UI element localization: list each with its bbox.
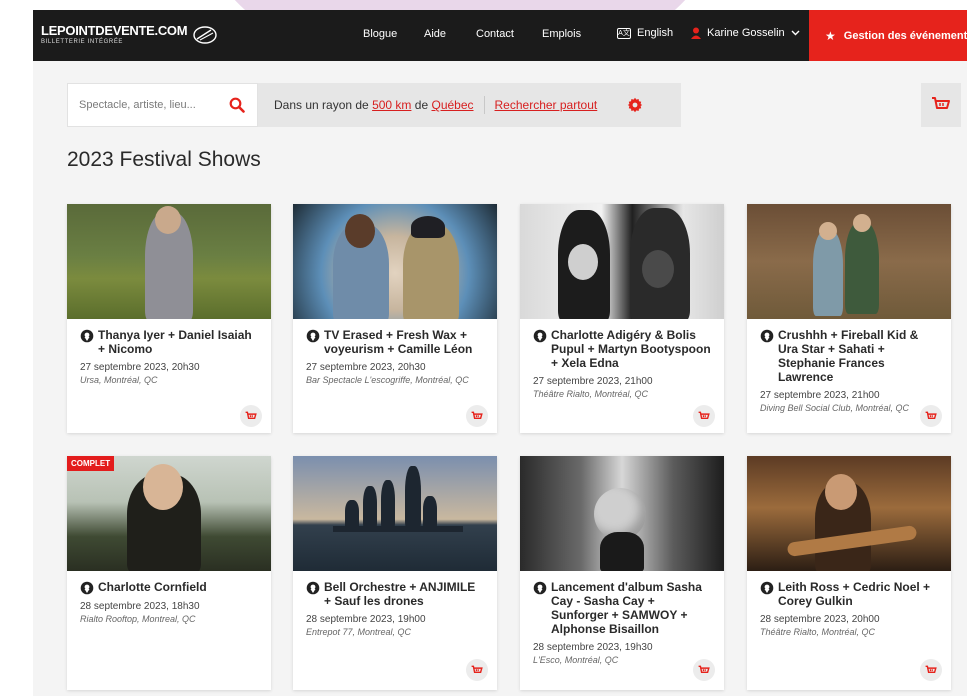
cart-icon [698, 665, 710, 673]
cart-button[interactable] [921, 83, 961, 127]
event-title[interactable]: Thanya Iyer + Daniel Isaiah + Nicomo [98, 328, 258, 356]
ticket-logo-icon [193, 25, 217, 44]
radius-mid: de [414, 98, 429, 112]
cart-icon [471, 411, 483, 419]
event-venue: Entrepot 77, Montreal, QC [306, 627, 412, 637]
nav-link-contact[interactable]: Contact [476, 28, 514, 40]
city-link[interactable]: Québec [431, 98, 473, 112]
nav-link-blogue[interactable]: Blogue [363, 28, 397, 40]
location-pin-icon [80, 329, 94, 343]
event-title[interactable]: Lancement d'album Sasha Cay - Sasha Cay … [551, 580, 711, 636]
sold-out-badge: COMPLET [67, 456, 115, 471]
event-card[interactable]: Lancement d'album Sasha Cay - Sasha Cay … [520, 456, 724, 690]
event-image [747, 456, 951, 571]
add-to-cart-button[interactable] [693, 405, 715, 427]
event-image [747, 204, 951, 319]
location-pin-icon [306, 329, 320, 343]
event-venue: Ursa, Montréal, QC [80, 375, 158, 385]
location-pin-icon [306, 581, 320, 595]
gear-icon[interactable] [627, 97, 643, 113]
event-venue: Théâtre Rialto, Montréal, QC [760, 627, 876, 637]
event-date: 27 septembre 2023, 20h30 [80, 362, 200, 373]
event-venue: Diving Bell Social Club, Montréal, QC [760, 403, 910, 413]
event-date: 28 septembre 2023, 19h30 [533, 642, 653, 653]
event-image [293, 456, 497, 571]
cart-icon [925, 665, 937, 673]
event-management-button[interactable]: ★ Gestion des événements [809, 10, 967, 61]
add-to-cart-button[interactable] [920, 659, 942, 681]
event-card[interactable]: TV Erased + Fresh Wax + voyeurism + Cami… [293, 204, 497, 433]
page-title: 2023 Festival Shows [67, 148, 261, 171]
star-icon: ★ [825, 28, 836, 43]
location-pin-icon [533, 329, 547, 343]
event-title[interactable]: Leith Ross + Cedric Noel + Corey Gulkin [778, 580, 938, 608]
event-title[interactable]: Charlotte Cornfield [98, 580, 207, 594]
user-icon [691, 27, 701, 39]
add-to-cart-button[interactable] [466, 659, 488, 681]
user-menu[interactable]: Karine Gosselin [691, 27, 800, 39]
search-radius: Dans un rayon de 500 km de Québec [274, 98, 474, 112]
event-date: 28 septembre 2023, 18h30 [80, 601, 200, 612]
event-date: 28 septembre 2023, 20h00 [760, 614, 880, 625]
cart-icon [698, 411, 710, 419]
event-card[interactable]: Thanya Iyer + Daniel Isaiah + Nicomo 27 … [67, 204, 271, 433]
brand-name: LEPOINTDEVENTE.COM [41, 23, 188, 38]
divider [483, 96, 485, 114]
location-pin-icon [760, 581, 774, 595]
location-pin-icon [760, 329, 774, 343]
cart-icon [471, 665, 483, 673]
nav-link-emplois[interactable]: Emplois [542, 28, 581, 40]
add-to-cart-button[interactable] [240, 405, 262, 427]
event-image [520, 456, 724, 571]
event-date: 27 septembre 2023, 21h00 [533, 376, 653, 387]
event-date: 27 septembre 2023, 20h30 [306, 362, 426, 373]
cart-icon [932, 97, 950, 109]
cart-icon [925, 411, 937, 419]
event-image [520, 204, 724, 319]
event-venue: Rialto Rooftop, Montreal, QC [80, 614, 196, 624]
event-card[interactable]: Bell Orchestre + ANJIMILE + Sauf les dro… [293, 456, 497, 690]
radius-value-link[interactable]: 500 km [372, 98, 411, 112]
language-icon: A文 [617, 27, 631, 39]
search-everywhere-link[interactable]: Rechercher partout [495, 98, 598, 112]
app-window: LEPOINTDEVENTE.COM BILLETTERIE INTÉGRÉE … [33, 10, 967, 696]
search-input[interactable] [79, 99, 219, 111]
event-date: 28 septembre 2023, 19h00 [306, 614, 426, 625]
search-field[interactable] [67, 83, 258, 127]
search-bar: Dans un rayon de 500 km de Québec Recher… [67, 83, 681, 127]
brand-subtitle: BILLETTERIE INTÉGRÉE [41, 39, 124, 45]
event-management-label: Gestion des événements [843, 29, 967, 42]
chevron-down-icon [791, 30, 800, 36]
event-title[interactable]: Charlotte Adigéry & Bolis Pupul + Martyn… [551, 328, 711, 370]
event-title[interactable]: Crushhh + Fireball Kid & Ura Star + Saha… [778, 328, 938, 384]
language-switch[interactable]: A文 English [617, 27, 673, 39]
event-image [293, 204, 497, 319]
radius-prefix: Dans un rayon de [274, 98, 369, 112]
event-image [67, 204, 271, 319]
add-to-cart-button[interactable] [693, 659, 715, 681]
location-pin-icon [80, 581, 94, 595]
event-card[interactable]: COMPLET Charlotte Cornfield 28 septembre… [67, 456, 271, 690]
event-title[interactable]: Bell Orchestre + ANJIMILE + Sauf les dro… [324, 580, 484, 608]
language-label: English [637, 27, 674, 39]
add-to-cart-button[interactable] [920, 405, 942, 427]
location-pin-icon [533, 581, 547, 595]
event-venue: Théâtre Rialto, Montréal, QC [533, 389, 649, 399]
event-title[interactable]: TV Erased + Fresh Wax + voyeurism + Cami… [324, 328, 484, 356]
event-image: COMPLET [67, 456, 271, 571]
add-to-cart-button[interactable] [466, 405, 488, 427]
user-name: Karine Gosselin [707, 27, 785, 39]
brand-logo[interactable]: LEPOINTDEVENTE.COM BILLETTERIE INTÉGRÉE [41, 24, 217, 45]
event-card[interactable]: Charlotte Adigéry & Bolis Pupul + Martyn… [520, 204, 724, 433]
search-icon[interactable] [229, 97, 245, 113]
top-navigation: LEPOINTDEVENTE.COM BILLETTERIE INTÉGRÉE … [33, 10, 967, 61]
event-venue: Bar Spectacle L'escogriffe, Montréal, QC [306, 375, 469, 385]
cart-icon [245, 411, 257, 419]
event-card[interactable]: Leith Ross + Cedric Noel + Corey Gulkin … [747, 456, 951, 690]
event-date: 27 septembre 2023, 21h00 [760, 390, 880, 401]
nav-link-aide[interactable]: Aide [424, 28, 446, 40]
event-card[interactable]: Crushhh + Fireball Kid & Ura Star + Saha… [747, 204, 951, 433]
event-venue: L'Esco, Montréal, QC [533, 655, 619, 665]
